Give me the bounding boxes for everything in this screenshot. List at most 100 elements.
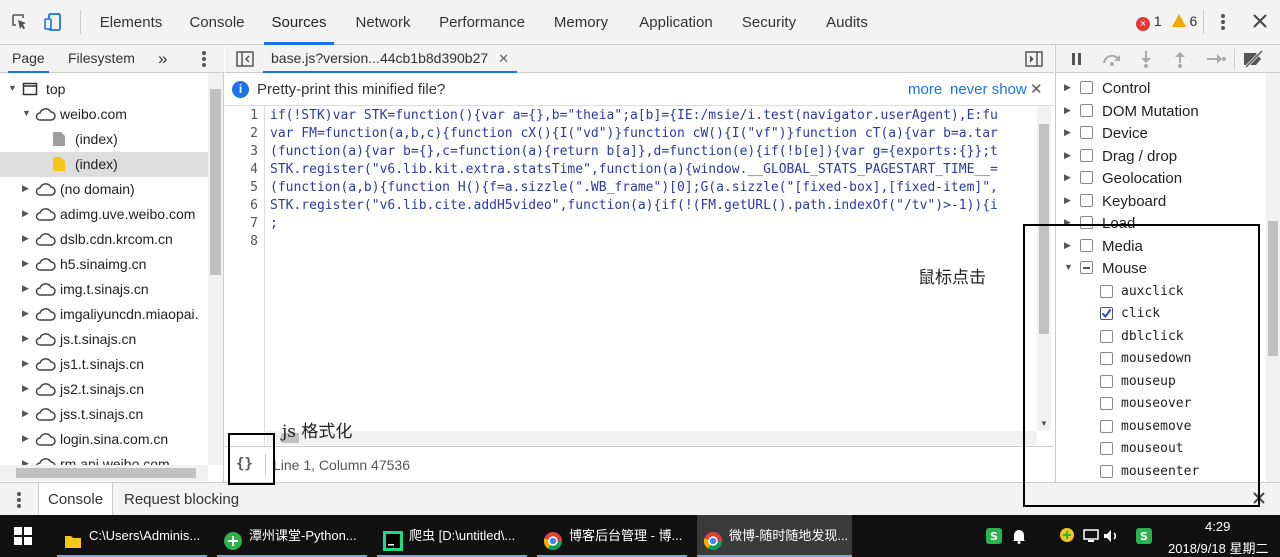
collapse-arrow-icon[interactable]: ▶	[22, 458, 29, 465]
collapse-arrow-icon[interactable]: ▶	[22, 258, 29, 269]
taskbar-item-chrome-weibo[interactable]: 微博-随时随地发现...	[697, 515, 852, 557]
tree-item-domain[interactable]: ▶ img.t.sinajs.cn	[0, 277, 208, 302]
collapse-arrow-icon[interactable]: ▶	[22, 358, 29, 369]
toggle-debugger-icon[interactable]	[1025, 50, 1043, 71]
tray-app-icon[interactable]: S	[986, 528, 1002, 547]
line-number[interactable]: 2	[250, 126, 258, 141]
taskbar-item-pycharm[interactable]: 爬虫 [D:\untitled\...	[377, 515, 527, 557]
collapse-arrow-icon[interactable]: ▶	[22, 183, 29, 194]
step-icon[interactable]	[1206, 52, 1226, 69]
infobar-never-show-link[interactable]: never show	[950, 81, 1027, 98]
drawer-tab-console[interactable]: Console	[38, 483, 114, 516]
collapse-arrow-icon[interactable]: ▶	[22, 333, 29, 344]
collapse-arrow-icon[interactable]: ▶	[1064, 195, 1071, 206]
collapse-arrow-icon[interactable]: ▶	[1064, 172, 1071, 183]
inspect-element-icon[interactable]	[10, 12, 30, 32]
line-number[interactable]: 1	[250, 108, 258, 123]
sidebar-vertical-scrollbar[interactable]	[1266, 73, 1280, 482]
line-number[interactable]: 5	[250, 180, 258, 195]
tree-item-domain[interactable]: ▶ js1.t.sinajs.cn	[0, 352, 208, 377]
collapse-arrow-icon[interactable]: ▶	[1064, 127, 1071, 138]
breakpoint-category[interactable]: ▶ Geolocation	[1056, 168, 1266, 190]
tab-performance[interactable]: Performance	[432, 0, 532, 45]
category-checkbox[interactable]	[1080, 194, 1093, 207]
navigator-horizontal-scrollbar[interactable]	[0, 465, 208, 481]
drawer-tab-request-blocking[interactable]: Request blocking	[124, 483, 239, 516]
editor-file-tab[interactable]: base.js?version...44cb1b8d390b27 ✕	[263, 45, 517, 73]
infobar-more-link[interactable]: more	[908, 81, 942, 98]
collapse-arrow-icon[interactable]: ▶	[22, 308, 29, 319]
tree-item-domain[interactable]: ▶ js2.t.sinajs.cn	[0, 377, 208, 402]
collapse-arrow-icon[interactable]: ▶	[22, 233, 29, 244]
collapse-arrow-icon[interactable]: ▶	[22, 408, 29, 419]
collapse-arrow-icon[interactable]: ▶	[1064, 150, 1071, 161]
tree-item-domain[interactable]: ▼ weibo.com	[0, 102, 208, 127]
tray-input-icon[interactable]	[1059, 527, 1075, 546]
tray-sougou-icon[interactable]: S	[1136, 528, 1152, 547]
drawer-menu-icon[interactable]	[16, 491, 22, 512]
breakpoint-category[interactable]: ▶ DOM Mutation	[1056, 101, 1266, 123]
step-over-icon[interactable]	[1101, 51, 1123, 70]
breakpoint-category[interactable]: ▶ Device	[1056, 123, 1266, 145]
collapse-arrow-icon[interactable]: ▶	[22, 283, 29, 294]
close-devtools-icon[interactable]	[1252, 13, 1268, 29]
pause-icon[interactable]	[1070, 52, 1084, 69]
taskbar-item-chrome-blog[interactable]: 博客后台管理 - 博...	[537, 515, 687, 557]
tree-item-domain[interactable]: ▶ adimg.uve.weibo.com	[0, 202, 208, 227]
collapse-arrow-icon[interactable]: ▶	[1064, 82, 1071, 93]
line-number[interactable]: 4	[250, 162, 258, 177]
tree-item-domain[interactable]: ▶ login.sina.com.cn	[0, 427, 208, 452]
editor-horizontal-scrollbar[interactable]	[266, 431, 1037, 445]
step-into-icon[interactable]	[1139, 50, 1153, 71]
notification-bell-icon[interactable]	[1012, 528, 1026, 547]
expand-arrow-icon[interactable]: ▼	[22, 108, 31, 118]
clock-time[interactable]: 4:29	[1205, 519, 1230, 534]
category-checkbox[interactable]	[1080, 149, 1093, 162]
tab-console[interactable]: Console	[182, 0, 252, 45]
clock-date[interactable]: 2018/9/18 星期二	[1168, 538, 1268, 557]
line-number[interactable]: 8	[250, 234, 258, 249]
tab-filesystem[interactable]: Filesystem	[68, 45, 135, 73]
taskbar-item-explorer[interactable]: C:\Users\Adminis...	[57, 515, 207, 557]
scrollbar-thumb[interactable]	[1268, 221, 1278, 356]
devtools-menu-icon[interactable]	[1220, 12, 1226, 32]
collapse-arrow-icon[interactable]: ▶	[22, 433, 29, 444]
tab-security[interactable]: Security	[734, 0, 804, 45]
device-toolbar-icon[interactable]	[44, 12, 64, 32]
tree-item-domain[interactable]: ▶ js.t.sinajs.cn	[0, 327, 208, 352]
tree-item-domain[interactable]: ▶ dslb.cdn.krcom.cn	[0, 227, 208, 252]
navigator-vertical-scrollbar[interactable]	[208, 73, 223, 465]
tree-item-domain[interactable]: ▶ rm.api.weibo.com	[0, 452, 208, 465]
more-tabs-button[interactable]: »	[158, 45, 167, 73]
collapse-arrow-icon[interactable]: ▶	[1064, 105, 1071, 116]
deactivate-breakpoints-icon[interactable]	[1242, 49, 1266, 71]
tab-application[interactable]: Application	[630, 0, 722, 45]
tree-item-domain[interactable]: ▶ h5.sinaimg.cn	[0, 252, 208, 277]
toggle-navigator-icon[interactable]	[236, 50, 254, 71]
scrollbar-thumb[interactable]	[16, 468, 196, 478]
line-number[interactable]: 7	[250, 216, 258, 231]
close-infobar-icon[interactable]: ✕	[1030, 80, 1043, 98]
line-number[interactable]: 6	[250, 198, 258, 213]
category-checkbox[interactable]	[1080, 171, 1093, 184]
tree-item-top[interactable]: ▼ top	[0, 77, 208, 102]
breakpoint-category[interactable]: ▶ Control	[1056, 78, 1266, 100]
tab-audits[interactable]: Audits	[816, 0, 878, 45]
category-checkbox[interactable]	[1080, 81, 1093, 94]
tree-item-domain[interactable]: ▶ jss.t.sinajs.cn	[0, 402, 208, 427]
error-counter[interactable]: × 1 6	[1136, 13, 1197, 33]
tab-sources[interactable]: Sources	[264, 0, 334, 45]
volume-icon[interactable]	[1103, 528, 1119, 547]
tab-page[interactable]: Page	[8, 45, 49, 73]
tab-network[interactable]: Network	[346, 0, 420, 45]
network-icon[interactable]	[1083, 528, 1099, 547]
tree-item-file-selected[interactable]: (index)	[0, 152, 208, 177]
category-checkbox[interactable]	[1080, 126, 1093, 139]
tree-item-domain[interactable]: ▶ imgaliyuncdn.miaopai.	[0, 302, 208, 327]
taskbar-item-tanzhou[interactable]: 潭州课堂-Python...	[217, 515, 367, 557]
windows-start-icon[interactable]	[14, 527, 32, 548]
collapse-arrow-icon[interactable]: ▶	[22, 208, 29, 219]
tree-item-file[interactable]: (index)	[0, 127, 208, 152]
collapse-arrow-icon[interactable]: ▶	[22, 383, 29, 394]
step-out-icon[interactable]	[1173, 50, 1187, 71]
